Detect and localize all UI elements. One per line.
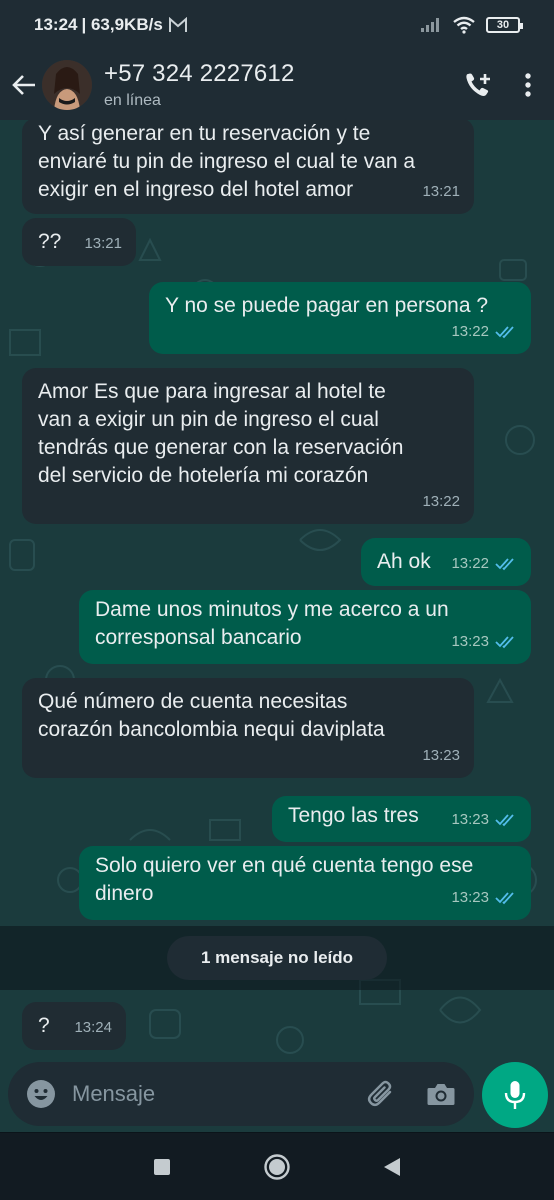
- double-check-icon: [495, 557, 517, 571]
- message-composer: [8, 1062, 474, 1126]
- double-check-icon: [495, 635, 517, 649]
- status-bar: 13:24 | 63,9KB/s 30: [0, 0, 554, 50]
- message-time: 13:21: [84, 235, 122, 252]
- mic-button[interactable]: [482, 1062, 548, 1128]
- add-call-icon[interactable]: [464, 71, 494, 99]
- system-nav-bar: [0, 1133, 554, 1200]
- back-arrow-icon[interactable]: [6, 72, 42, 98]
- message-time: 13:22: [451, 323, 489, 340]
- contact-status: en línea: [104, 92, 161, 109]
- message-text: Amor Es que para ingresar al hotel te va…: [38, 380, 404, 487]
- message-bubble-incoming[interactable]: ? 13:24: [22, 1002, 126, 1050]
- message-bubble-incoming[interactable]: Qué número de cuenta necesitas corazón b…: [22, 678, 474, 778]
- more-vert-icon[interactable]: [524, 72, 532, 98]
- message-bubble-outgoing[interactable]: Y no se puede pagar en persona ? 13:22: [149, 282, 531, 354]
- message-time: 13:23: [422, 747, 460, 764]
- nav-back-icon[interactable]: [383, 1157, 401, 1177]
- contact-name: +57 324 2227612: [104, 60, 295, 87]
- message-bubble-outgoing[interactable]: Solo quiero ver en qué cuenta tengo ese …: [79, 846, 531, 920]
- double-check-icon: [495, 891, 517, 905]
- camera-icon[interactable]: [426, 1081, 456, 1107]
- avatar[interactable]: [42, 60, 92, 110]
- whatsapp-logo-icon: [168, 17, 187, 33]
- message-text: Tengo las tres: [288, 804, 419, 827]
- mic-icon: [504, 1080, 526, 1110]
- message-text: ??: [38, 230, 62, 253]
- message-time: 13:24: [74, 1019, 112, 1036]
- message-list[interactable]: Y así generar en tu reservación y te env…: [0, 120, 554, 1132]
- message-text: ?: [38, 1014, 50, 1037]
- message-text: Y no se puede pagar en persona ?: [165, 294, 489, 317]
- message-text: Y así generar en tu reservación y te env…: [38, 122, 416, 201]
- battery-level: 30: [496, 19, 510, 31]
- message-input[interactable]: [72, 1081, 342, 1107]
- attach-icon[interactable]: [366, 1079, 396, 1109]
- nav-recents-icon[interactable]: [153, 1158, 171, 1176]
- message-time: 13:21: [422, 183, 460, 200]
- message-time: 13:23: [451, 889, 489, 906]
- signal-icon: [420, 17, 442, 33]
- message-bubble-incoming[interactable]: Y así generar en tu reservación y te env…: [22, 120, 474, 214]
- message-text: Ah ok: [377, 550, 431, 573]
- message-time: 13:22: [451, 555, 489, 572]
- message-bubble-incoming[interactable]: Amor Es que para ingresar al hotel te va…: [22, 368, 474, 524]
- nav-home-icon[interactable]: [263, 1153, 291, 1181]
- battery-icon: 30: [486, 17, 523, 33]
- wifi-icon: [452, 16, 476, 34]
- unread-messages-label: 1 mensaje no leído: [167, 936, 387, 980]
- message-text: Qué número de cuenta necesitas corazón b…: [38, 690, 385, 741]
- message-time: 13:23: [451, 811, 489, 828]
- double-check-icon: [495, 813, 517, 827]
- contact-info[interactable]: +57 324 2227612 en línea: [104, 60, 295, 110]
- message-bubble-outgoing[interactable]: Ah ok 13:22: [361, 538, 531, 586]
- status-time: 13:24: [34, 15, 78, 34]
- message-bubble-incoming[interactable]: ?? 13:21: [22, 218, 136, 266]
- message-time: 13:22: [422, 493, 460, 510]
- message-bubble-outgoing[interactable]: Dame unos minutos y me acerco a un corre…: [79, 590, 531, 664]
- message-time: 13:23: [451, 633, 489, 650]
- double-check-icon: [495, 325, 517, 339]
- chat-header: +57 324 2227612 en línea: [0, 50, 554, 120]
- emoji-icon[interactable]: [26, 1079, 56, 1109]
- message-bubble-outgoing[interactable]: Tengo las tres 13:23: [272, 796, 531, 842]
- status-speed: | 63,9KB/s: [81, 15, 163, 34]
